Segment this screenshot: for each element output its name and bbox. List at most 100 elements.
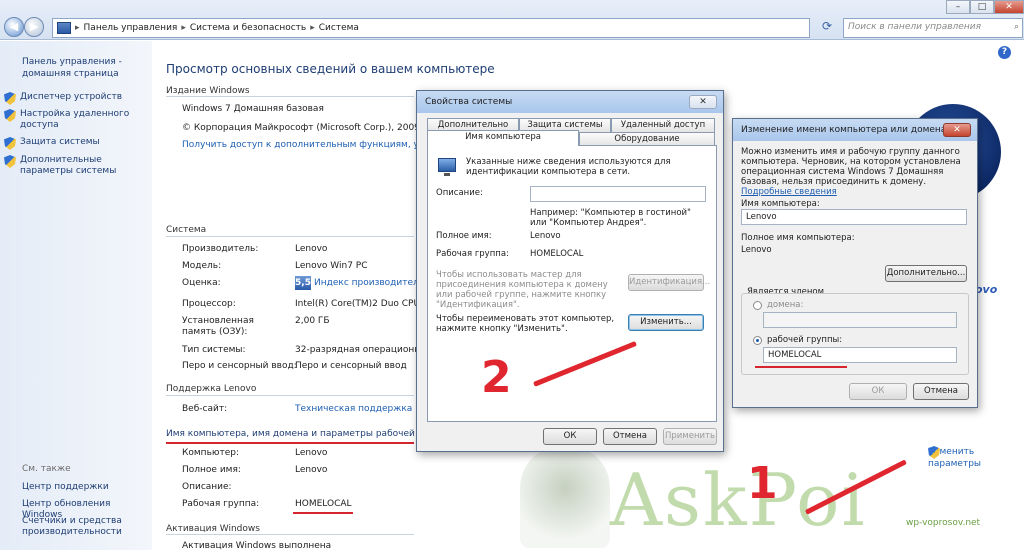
- dialog-title: Изменение имени компьютера или домена: [741, 125, 947, 135]
- help-icon[interactable]: ?: [998, 46, 1011, 59]
- sidebar-item-label: Дополнительные параметры системы: [20, 155, 117, 176]
- divider: [166, 534, 414, 535]
- get-more-features-link[interactable]: Получить доступ к дополнительным функция…: [182, 140, 446, 150]
- annotation-number-1: 1: [747, 458, 778, 509]
- workgroup-input[interactable]: HOMELOCAL: [763, 347, 957, 363]
- divider: [166, 395, 414, 396]
- edition-value: Windows 7 Домашняя базовая: [182, 104, 324, 114]
- system-label: Оценка:: [182, 278, 221, 288]
- system-value: Lenovo: [295, 244, 328, 254]
- computer-icon: [438, 158, 456, 176]
- sidebar-item-device-manager[interactable]: Диспетчер устройств: [4, 92, 152, 105]
- cancel-button[interactable]: Отмена: [913, 383, 969, 400]
- close-icon[interactable]: ✕: [689, 95, 717, 109]
- see-also-header: См. также: [22, 464, 71, 474]
- shield-icon: [4, 92, 16, 105]
- close-button[interactable]: ✕: [994, 0, 1024, 14]
- dialog-title: Свойства системы: [425, 97, 513, 107]
- lenovo-support-header: Поддержка Lenovo: [166, 384, 257, 394]
- minimize-button[interactable]: –: [946, 0, 970, 14]
- forward-button[interactable]: ▶: [24, 17, 44, 37]
- search-placeholder: Поиск в панели управления: [848, 22, 981, 32]
- change-settings-link[interactable]: Изменить параметры: [916, 446, 996, 470]
- system-label: Процессор:: [182, 299, 236, 309]
- domain-input[interactable]: [763, 312, 957, 328]
- shield-icon: [4, 155, 16, 168]
- workgroup-radio[interactable]: [753, 336, 762, 345]
- domain-label: домена:: [767, 300, 804, 310]
- identification-button[interactable]: Идентификация...: [628, 274, 710, 291]
- name-value: Lenovo: [295, 448, 328, 458]
- page-title: Просмотр основных сведений о вашем компь…: [166, 62, 495, 76]
- name-label: Компьютер:: [182, 448, 239, 458]
- see-also-action-center[interactable]: Центр поддержки: [22, 482, 150, 493]
- rename-info: Можно изменить имя и рабочую группу данн…: [741, 147, 961, 187]
- workgroup-label: Рабочая группа:: [436, 249, 509, 259]
- divider: [166, 96, 414, 97]
- tab-computer-name[interactable]: Имя компьютера: [427, 130, 579, 146]
- workgroup-value: HOMELOCAL: [295, 499, 352, 509]
- dialog-titlebar[interactable]: Свойства системы ✕: [417, 91, 723, 113]
- control-panel-home-link[interactable]: Панель управления - домашняя страница: [22, 56, 148, 80]
- tab-hardware[interactable]: Оборудование: [579, 132, 715, 146]
- activation-header: Активация Windows: [166, 524, 260, 534]
- computer-name-input[interactable]: Lenovo: [741, 209, 967, 225]
- highlight-underline: [755, 366, 847, 368]
- computer-name-label: Имя компьютера:: [741, 199, 820, 209]
- sidebar-item-label: Настройка удаленного доступа: [20, 109, 130, 130]
- info-text: Указанные ниже сведения используются для…: [466, 157, 671, 177]
- left-pane: Панель управления - домашняя страница Ди…: [0, 41, 152, 550]
- description-label: Описание:: [436, 188, 483, 198]
- breadcrumb-item[interactable]: Панель управления: [84, 23, 178, 33]
- see-also-performance[interactable]: Счетчики и средства производительности: [22, 516, 150, 538]
- change-button[interactable]: Изменить...: [628, 314, 704, 331]
- sidebar-item-remote-access[interactable]: Настройка удаленного доступа: [4, 109, 152, 131]
- breadcrumb[interactable]: ▸ Панель управления ▸ Система и безопасн…: [52, 18, 810, 38]
- sidebar-item-label: Защита системы: [20, 137, 100, 147]
- name-value: Lenovo: [295, 465, 328, 475]
- search-input[interactable]: Поиск в панели управления ⌕: [843, 18, 1023, 38]
- name-label: Описание:: [182, 482, 232, 492]
- lenovo-logo: ovo: [975, 283, 998, 296]
- sidebar-item-label: Диспетчер устройств: [20, 92, 123, 102]
- refresh-icon[interactable]: ⟳: [817, 19, 837, 37]
- domain-radio[interactable]: [753, 301, 762, 310]
- more-button[interactable]: Дополнительно...: [885, 265, 967, 282]
- sidebar-item-advanced-settings[interactable]: Дополнительные параметры системы: [4, 155, 152, 177]
- system-label: Производитель:: [182, 244, 259, 254]
- wizard-text: Чтобы использовать мастер для присоедине…: [436, 270, 608, 310]
- ok-button[interactable]: ОК: [849, 383, 907, 400]
- maximize-button[interactable]: □: [970, 0, 994, 14]
- tech-support-link[interactable]: Техническая поддержка: [295, 404, 412, 414]
- system-value: Intel(R) Core(TM)2 Duo CPU: [295, 299, 421, 309]
- dialog-titlebar[interactable]: Изменение имени компьютера или домена ✕: [733, 119, 977, 141]
- computer-name-panel: Указанные ниже сведения используются для…: [427, 145, 717, 422]
- system-value: 32-разрядная операционная: [295, 345, 432, 355]
- search-icon: ⌕: [1013, 22, 1019, 32]
- system-value: Lenovo Win7 PC: [295, 261, 368, 271]
- description-input[interactable]: [530, 186, 706, 202]
- system-value: Перо и сенсорный ввод: [295, 361, 407, 371]
- back-button[interactable]: ◀: [4, 17, 24, 37]
- cancel-button[interactable]: Отмена: [603, 428, 657, 445]
- tab-remote[interactable]: Удаленный доступ: [611, 118, 715, 132]
- control-panel-icon: [57, 22, 71, 34]
- apply-button[interactable]: Применить: [663, 428, 717, 445]
- fullname-label: Полное имя:: [436, 231, 492, 241]
- ok-button[interactable]: ОК: [543, 428, 597, 445]
- address-bar: – □ ✕ ◀ ▶ ▸ Панель управления ▸ Система …: [0, 0, 1024, 40]
- breadcrumb-item[interactable]: Система: [319, 23, 359, 33]
- breadcrumb-item[interactable]: Система и безопасность: [190, 23, 306, 33]
- edition-header: Издание Windows: [166, 86, 250, 96]
- computer-name-header: Имя компьютера, имя домена и параметры р…: [166, 429, 446, 439]
- system-value: 2,00 ГБ: [295, 316, 330, 326]
- close-icon[interactable]: ✕: [943, 123, 971, 137]
- performance-index-link[interactable]: Индекс производител: [314, 278, 419, 288]
- rename-text: Чтобы переименовать этот компьютер, нажм…: [436, 314, 615, 334]
- highlight-underline: [166, 442, 414, 444]
- description-example: Например: "Компьютер в гостиной" или "Ко…: [530, 208, 691, 228]
- system-label: Модель:: [182, 261, 222, 271]
- workgroup-value: HOMELOCAL: [530, 249, 584, 259]
- more-info-link[interactable]: Подробные сведения: [741, 187, 837, 197]
- sidebar-item-system-protection[interactable]: Защита системы: [4, 137, 152, 150]
